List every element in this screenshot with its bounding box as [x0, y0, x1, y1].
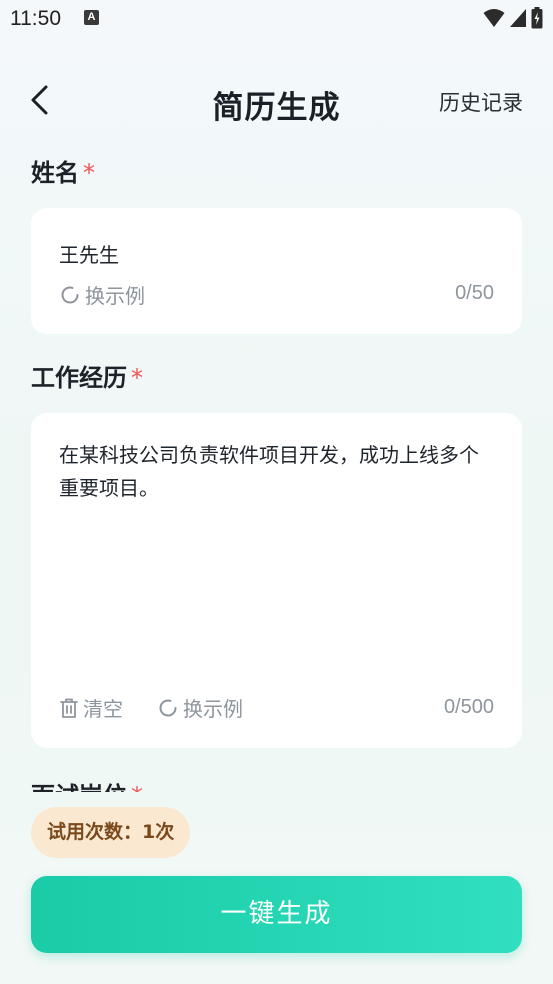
experience-textarea[interactable]: 在某科技公司负责软件项目开发，成功上线多个重要项目。 — [59, 439, 496, 505]
name-label-text: 姓名 — [31, 159, 79, 187]
trial-count-badge: 试用次数：1次 — [31, 807, 191, 858]
status-bar: 11:50 A — [0, 0, 553, 38]
change-example-label: 换示例 — [183, 697, 243, 721]
position-label: 面试岗位 * — [31, 776, 143, 792]
refresh-icon — [159, 698, 177, 716]
notification-a-icon: A — [84, 10, 99, 25]
position-label-text: 面试岗位 — [31, 782, 127, 792]
history-records-link[interactable]: 历史记录 — [439, 87, 523, 117]
name-label: 姓名 * — [31, 153, 95, 188]
required-mark: * — [83, 159, 95, 187]
experience-char-counter: 0/500 — [443, 696, 494, 718]
top-nav: 简历生成 历史记录 — [0, 70, 553, 132]
required-mark: * — [131, 364, 143, 392]
scroll-clip: 面试岗位 * — [0, 772, 553, 792]
wifi-icon — [483, 9, 505, 27]
clear-button[interactable]: 清空 — [59, 693, 123, 722]
change-example-label: 换示例 — [85, 284, 145, 308]
refresh-icon — [61, 285, 79, 303]
name-change-example-button[interactable]: 换示例 — [59, 280, 145, 309]
experience-input-card[interactable]: 在某科技公司负责软件项目开发，成功上线多个重要项目。 清空 换示例 0/500 — [31, 413, 522, 748]
experience-change-example-button[interactable]: 换示例 — [157, 693, 243, 722]
status-time: 11:50 — [10, 7, 61, 30]
experience-label: 工作经历 * — [31, 358, 143, 393]
required-mark: * — [131, 782, 143, 792]
generate-button[interactable]: 一键生成 — [31, 876, 522, 953]
status-icons — [483, 7, 543, 29]
name-input[interactable]: 王先生 — [59, 239, 119, 268]
experience-label-text: 工作经历 — [31, 364, 127, 392]
name-input-card[interactable]: 王先生 换示例 0/50 — [31, 208, 522, 334]
trash-icon — [60, 698, 78, 718]
cellular-signal-icon — [510, 9, 526, 27]
name-char-counter: 0/50 — [455, 282, 494, 304]
battery-charging-icon — [531, 7, 543, 29]
clear-label: 清空 — [83, 697, 123, 721]
